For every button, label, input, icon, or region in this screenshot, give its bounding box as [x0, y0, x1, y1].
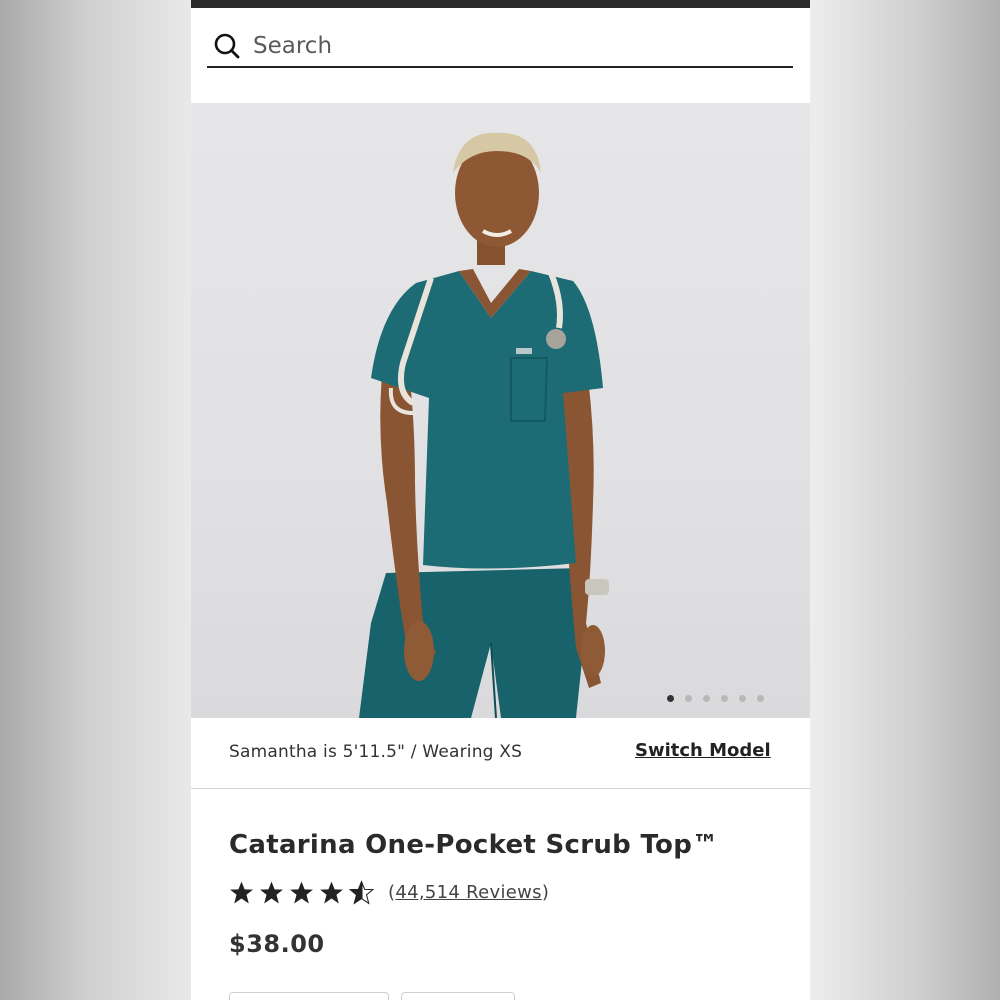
half-star-icon [349, 880, 374, 905]
search-icon[interactable] [213, 32, 241, 60]
star-icon [290, 881, 313, 904]
search-bar[interactable] [207, 26, 793, 68]
option-chip[interactable] [401, 992, 515, 1000]
search-input[interactable] [253, 33, 753, 59]
option-chip[interactable] [229, 992, 389, 1000]
carousel-dot[interactable] [667, 695, 674, 702]
reviews-link[interactable]: 44,514 Reviews [395, 882, 542, 903]
carousel-dots[interactable] [667, 695, 764, 702]
switch-model-link[interactable]: Switch Model [635, 740, 771, 761]
reviews-count: (44,514 Reviews) [388, 882, 549, 903]
left-background [0, 0, 191, 1000]
carousel-dot[interactable] [685, 695, 692, 702]
rating-row: (44,514 Reviews) [229, 880, 549, 905]
star-rating [229, 880, 374, 905]
carousel-dot[interactable] [703, 695, 710, 702]
model-photo [359, 132, 609, 718]
product-image[interactable] [191, 103, 810, 718]
top-bar [191, 0, 810, 8]
carousel-dot[interactable] [721, 695, 728, 702]
star-icon [320, 881, 343, 904]
carousel-dot[interactable] [757, 695, 764, 702]
product-price: $38.00 [229, 930, 325, 958]
star-icon [260, 881, 283, 904]
model-info-text: Samantha is 5'11.5" / Wearing XS [229, 742, 523, 762]
product-page: Samantha is 5'11.5" / Wearing XS Switch … [191, 0, 810, 1000]
right-background [810, 0, 1000, 1000]
star-icon [230, 881, 253, 904]
model-info-row: Samantha is 5'11.5" / Wearing XS Switch … [191, 718, 810, 789]
product-title: Catarina One-Pocket Scrub Top™ [229, 830, 719, 860]
carousel-dot[interactable] [739, 695, 746, 702]
reviews-close-paren: ) [541, 882, 550, 903]
